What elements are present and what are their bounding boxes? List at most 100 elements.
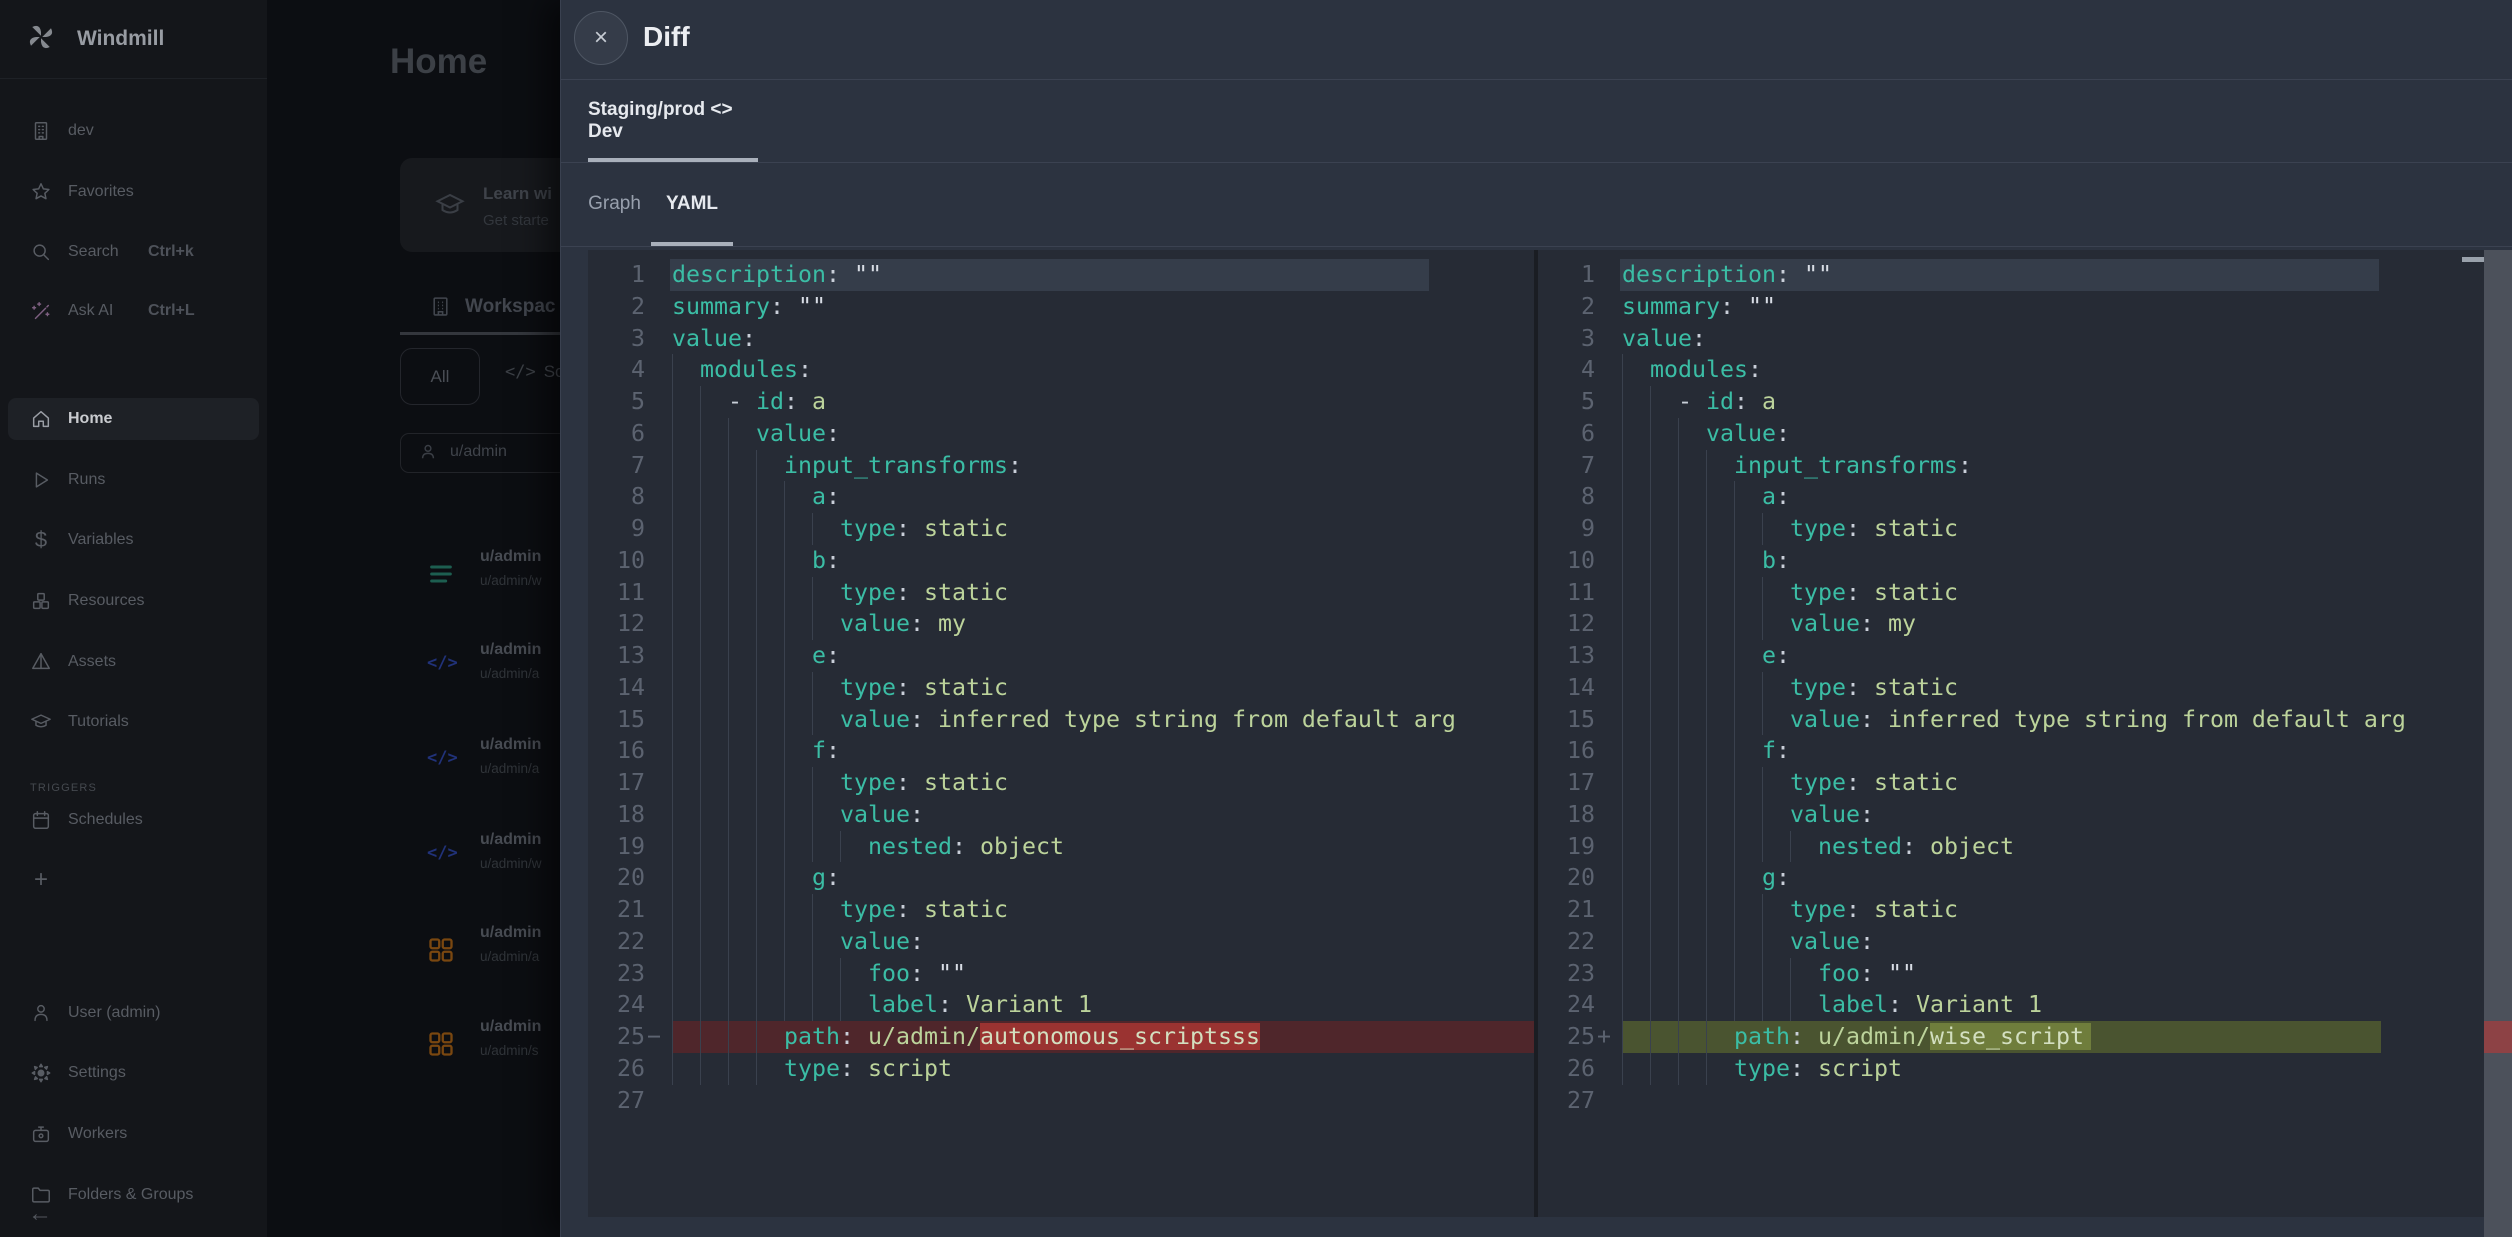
code-line[interactable]: 3value: <box>1538 323 2484 355</box>
code-line[interactable]: 19nested: object <box>588 831 1534 863</box>
close-icon[interactable]: × <box>574 11 628 65</box>
sidebar-item-assets[interactable]: Assets <box>8 641 259 683</box>
code-line[interactable]: 8a: <box>1538 481 2484 513</box>
code-line[interactable]: 6value: <box>1538 418 2484 450</box>
code-line[interactable]: 2summary: "" <box>1538 291 2484 323</box>
code-line[interactable]: 4modules: <box>588 354 1534 386</box>
sidebar-item-workers[interactable]: Workers <box>8 1113 259 1155</box>
indent-guide <box>700 577 701 609</box>
indent-guide <box>700 513 701 545</box>
code-text: value: <box>840 926 924 958</box>
code-line[interactable]: 25−path: u/admin/autonomous_scriptsss <box>588 1021 1534 1053</box>
item-title: u/admin <box>480 831 541 849</box>
code-line[interactable]: 26type: script <box>1538 1053 2484 1085</box>
code-line[interactable]: 17type: static <box>588 767 1534 799</box>
code-line[interactable]: 17type: static <box>1538 767 2484 799</box>
sidebar-item-home[interactable]: Home <box>8 398 259 440</box>
code-line[interactable]: 27 <box>1538 1085 2484 1117</box>
sidebar-item-tutorials[interactable]: Tutorials <box>8 701 259 743</box>
code-line[interactable]: 7input_transforms: <box>1538 450 2484 482</box>
code-line[interactable]: 19nested: object <box>1538 831 2484 863</box>
code-line[interactable]: 25+path: u/admin/wise_script <box>1538 1021 2484 1053</box>
line-number: 27 <box>1538 1085 1595 1117</box>
indent-guide <box>700 799 701 831</box>
indent-guide <box>756 831 757 863</box>
code-line[interactable]: 1description: "" <box>1538 259 2484 291</box>
code-line[interactable]: 24label: Variant 1 <box>588 989 1534 1021</box>
drawer-scrollbar[interactable] <box>2484 250 2512 1237</box>
code-line[interactable]: 16f: <box>588 735 1534 767</box>
code-line[interactable]: 13e: <box>1538 640 2484 672</box>
collapse-sidebar-icon[interactable]: ← <box>28 1200 52 1228</box>
indent-guide <box>728 894 729 926</box>
code-line[interactable]: 11type: static <box>588 577 1534 609</box>
indent-guide <box>1790 831 1791 863</box>
code-line[interactable]: 20g: <box>1538 862 2484 894</box>
code-line[interactable]: 18value: <box>588 799 1534 831</box>
cubes-icon <box>30 590 52 612</box>
code-line[interactable]: 2summary: "" <box>588 291 1534 323</box>
indent-guide <box>812 989 813 1021</box>
sidebar-item-ask-ai[interactable]: Ask AICtrl+L <box>8 290 259 332</box>
code-line[interactable]: 23foo: "" <box>1538 958 2484 990</box>
flow-icon <box>427 560 455 588</box>
sidebar-item-dev[interactable]: dev <box>8 110 259 152</box>
sidebar-item-schedules[interactable]: Schedules <box>8 799 259 841</box>
code-line[interactable]: 5- id: a <box>1538 386 2484 418</box>
code-line[interactable]: 9type: static <box>588 513 1534 545</box>
app-title: Windmill <box>77 27 164 51</box>
sidebar-item-search[interactable]: SearchCtrl+k <box>8 231 259 273</box>
code-line[interactable]: 22value: <box>588 926 1534 958</box>
code-line[interactable]: 21type: static <box>588 894 1534 926</box>
code-line[interactable]: 27 <box>588 1085 1534 1117</box>
sidebar-item-variables[interactable]: $Variables <box>8 519 259 561</box>
code-line[interactable]: 3value: <box>588 323 1534 355</box>
code-line[interactable]: 10b: <box>588 545 1534 577</box>
code-line[interactable]: 12value: my <box>588 608 1534 640</box>
code-line[interactable]: 1description: "" <box>588 259 1534 291</box>
code-line[interactable]: 12value: my <box>1538 608 2484 640</box>
tab-yaml[interactable]: YAML <box>651 162 733 246</box>
sidebar-item-label: Assets <box>68 653 116 671</box>
sidebar-item-resources[interactable]: Resources <box>8 580 259 622</box>
code-line[interactable]: 5- id: a <box>588 386 1534 418</box>
code-line[interactable]: 15value: inferred type string from defau… <box>588 704 1534 736</box>
indent-guide <box>1734 513 1735 545</box>
code-line[interactable]: 16f: <box>1538 735 2484 767</box>
diff-editor-original[interactable]: 1description: ""2summary: ""3value:4modu… <box>588 250 1534 1217</box>
code-line[interactable]: 22value: <box>1538 926 2484 958</box>
diff-editor-modified[interactable]: 1description: ""2summary: ""3value:4modu… <box>1538 250 2484 1217</box>
sidebar-item-favorites[interactable]: Favorites <box>8 171 259 213</box>
sidebar-item-add-trigger[interactable]: + <box>8 859 259 901</box>
code-text: value: inferred type string from default… <box>1790 704 2406 736</box>
code-line[interactable]: 7input_transforms: <box>588 450 1534 482</box>
code-line[interactable]: 24label: Variant 1 <box>1538 989 2484 1021</box>
indent-guide <box>1706 862 1707 894</box>
tab-staging-prod-dev[interactable]: Staging/prod <> Dev <box>588 79 758 162</box>
sidebar-item-runs[interactable]: Runs <box>8 459 259 501</box>
code-line[interactable]: 15value: inferred type string from defau… <box>1538 704 2484 736</box>
code-line[interactable]: 26type: script <box>588 1053 1534 1085</box>
code-line[interactable]: 23foo: "" <box>588 958 1534 990</box>
code-line[interactable]: 18value: <box>1538 799 2484 831</box>
indent-guide <box>728 735 729 767</box>
code-line[interactable]: 9type: static <box>1538 513 2484 545</box>
code-line[interactable]: 14type: static <box>588 672 1534 704</box>
code-line[interactable]: 21type: static <box>1538 894 2484 926</box>
code-line[interactable]: 20g: <box>588 862 1534 894</box>
indent-guide <box>1650 450 1651 482</box>
code-line[interactable]: 13e: <box>588 640 1534 672</box>
code-line[interactable]: 10b: <box>1538 545 2484 577</box>
code-line[interactable]: 14type: static <box>1538 672 2484 704</box>
sidebar-item-user[interactable]: User (admin) <box>8 992 259 1034</box>
code-line[interactable]: 6value: <box>588 418 1534 450</box>
indent-guide <box>728 831 729 863</box>
code-text: b: <box>812 545 840 577</box>
indent-guide <box>672 577 673 609</box>
code-line[interactable]: 4modules: <box>1538 354 2484 386</box>
code-line[interactable]: 8a: <box>588 481 1534 513</box>
code-text: g: <box>812 862 840 894</box>
tab-graph[interactable]: Graph <box>588 162 641 246</box>
sidebar-item-settings[interactable]: Settings <box>8 1052 259 1094</box>
code-line[interactable]: 11type: static <box>1538 577 2484 609</box>
